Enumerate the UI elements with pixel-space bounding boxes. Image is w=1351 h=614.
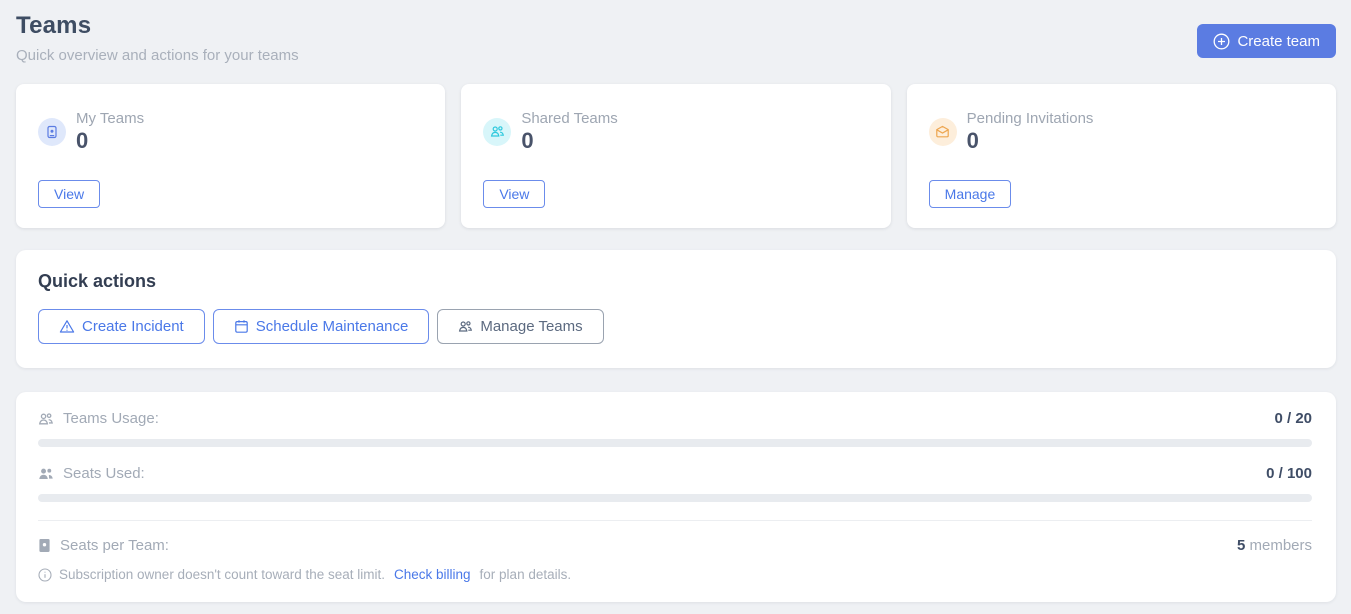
teams-usage-left: Teams Usage: xyxy=(38,410,159,427)
seats-used-row: Seats Used: 0 / 100 xyxy=(38,465,1312,482)
create-team-label: Create team xyxy=(1237,33,1320,50)
card-texts: My Teams 0 xyxy=(76,110,144,153)
note-suffix: for plan details. xyxy=(480,567,572,582)
warning-icon xyxy=(59,319,75,334)
view-my-teams-button[interactable]: View xyxy=(38,180,100,208)
teams-usage-progressbar xyxy=(38,439,1312,447)
quick-actions-panel: Quick actions Create Incident xyxy=(16,250,1336,368)
users-icon xyxy=(483,118,511,146)
plus-circle-icon xyxy=(1213,33,1230,50)
check-billing-link[interactable]: Check billing xyxy=(394,567,471,582)
teams-page: Teams Quick overview and actions for you… xyxy=(0,0,1351,602)
shared-teams-card: Shared Teams 0 View xyxy=(461,84,890,228)
create-incident-button[interactable]: Create Incident xyxy=(38,309,205,344)
info-icon xyxy=(38,568,52,582)
card-header: Pending Invitations 0 xyxy=(929,110,1314,153)
view-shared-teams-button[interactable]: View xyxy=(483,180,545,208)
seats-per-team-row: Seats per Team: 5 members xyxy=(38,537,1312,554)
card-value: 0 xyxy=(967,129,1094,153)
seats-used-left: Seats Used: xyxy=(38,465,145,482)
seats-per-team-left: Seats per Team: xyxy=(38,537,169,554)
create-incident-label: Create Incident xyxy=(82,318,184,335)
page-subtitle: Quick overview and actions for your team… xyxy=(16,47,299,64)
usage-divider xyxy=(38,520,1312,521)
teams-usage-row: Teams Usage: 0 / 20 xyxy=(38,410,1312,427)
seat-limit-note: Subscription owner doesn't count toward … xyxy=(38,567,1312,582)
my-teams-card: My Teams 0 View xyxy=(16,84,445,228)
seats-used-progressbar xyxy=(38,494,1312,502)
card-header: Shared Teams 0 xyxy=(483,110,868,153)
usage-panel: Teams Usage: 0 / 20 Seats Used: 0 / 100 xyxy=(16,392,1336,602)
seats-used-value: 0 / 100 xyxy=(1266,465,1312,482)
teams-usage-label: Teams Usage: xyxy=(63,410,159,427)
schedule-maintenance-label: Schedule Maintenance xyxy=(256,318,409,335)
users-icon xyxy=(458,320,473,333)
manage-teams-button[interactable]: Manage Teams xyxy=(437,309,603,344)
manage-invitations-button[interactable]: Manage xyxy=(929,180,1012,208)
pending-invitations-card: Pending Invitations 0 Manage xyxy=(907,84,1336,228)
card-label: Shared Teams xyxy=(521,110,617,127)
seats-per-team-label: Seats per Team: xyxy=(60,537,169,554)
quick-actions-title: Quick actions xyxy=(38,271,1314,292)
create-team-button[interactable]: Create team xyxy=(1197,24,1336,58)
card-label: Pending Invitations xyxy=(967,110,1094,127)
stat-cards-row: My Teams 0 View Shared Teams xyxy=(16,84,1336,228)
card-value: 0 xyxy=(521,129,617,153)
card-value: 0 xyxy=(76,129,144,153)
teams-usage-value: 0 / 20 xyxy=(1274,410,1312,427)
mail-icon xyxy=(929,118,957,146)
manage-teams-label: Manage Teams xyxy=(480,318,582,335)
calendar-icon xyxy=(234,319,249,334)
users-outline-icon xyxy=(38,412,54,426)
page-title: Teams xyxy=(16,12,299,40)
page-header: Teams Quick overview and actions for you… xyxy=(16,12,1336,64)
card-label: My Teams xyxy=(76,110,144,127)
note-text: Subscription owner doesn't count toward … xyxy=(59,567,385,582)
schedule-maintenance-button[interactable]: Schedule Maintenance xyxy=(213,309,430,344)
card-header: My Teams 0 xyxy=(38,110,423,153)
header-text: Teams Quick overview and actions for you… xyxy=(16,12,299,64)
badge-gray-icon xyxy=(38,538,51,553)
quick-actions-row: Create Incident Schedule Maintenance xyxy=(38,309,1314,344)
card-texts: Shared Teams 0 xyxy=(521,110,617,153)
card-texts: Pending Invitations 0 xyxy=(967,110,1094,153)
seats-per-team-value: 5 members xyxy=(1237,537,1312,554)
badge-icon xyxy=(38,118,66,146)
seats-used-label: Seats Used: xyxy=(63,465,145,482)
users-filled-icon xyxy=(38,467,54,481)
